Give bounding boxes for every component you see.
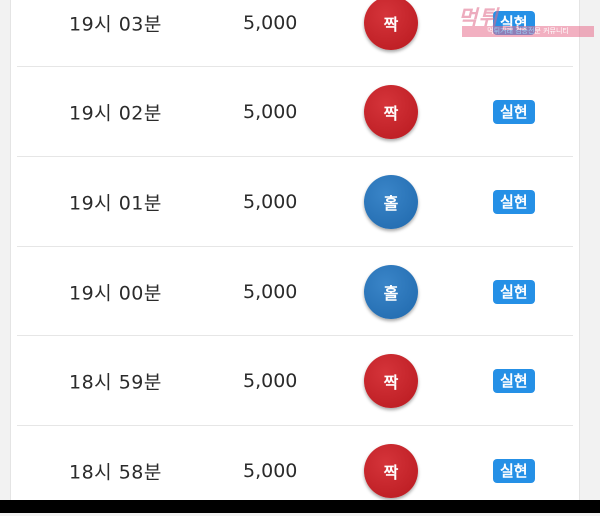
row-amount: 5,000 (243, 370, 298, 392)
table-row: 19시 02분 5,000 짝 실현 (17, 66, 573, 157)
row-time: 18시 58분 (69, 461, 162, 484)
status-badge: 실현 (493, 100, 535, 124)
status-badge: 실현 (493, 190, 535, 214)
status-badge: 실현 (493, 280, 535, 304)
result-ball-even: 짝 (364, 444, 418, 498)
row-time: 19시 01분 (69, 192, 162, 215)
table-row: 18시 59분 5,000 짝 실현 (17, 335, 573, 426)
result-ball-even: 짝 (364, 85, 418, 139)
table-row: 19시 01분 5,000 홀 실현 (17, 156, 573, 247)
status-badge: 실현 (493, 369, 535, 393)
row-amount: 5,000 (243, 12, 298, 34)
results-list: 19시 03분 5,000 짝 실현 19시 02분 5,000 짝 실현 19… (10, 0, 580, 500)
row-time: 19시 03분 (69, 13, 162, 36)
bottom-black-bar (0, 500, 600, 513)
table-row: 19시 00분 5,000 홀 실현 (17, 246, 573, 337)
row-time: 19시 00분 (69, 282, 162, 305)
watermark-tagline: 먹튀거래 검증전문 커뮤니티 (462, 26, 594, 37)
row-amount: 5,000 (243, 191, 298, 213)
row-amount: 5,000 (243, 101, 298, 123)
row-amount: 5,000 (243, 460, 298, 482)
result-ball-odd: 홀 (364, 175, 418, 229)
result-ball-even: 짝 (364, 354, 418, 408)
row-time: 19시 02분 (69, 102, 162, 125)
site-watermark: 먹튀 먹튀거래 검증전문 커뮤니티 (458, 2, 596, 40)
result-ball-odd: 홀 (364, 265, 418, 319)
row-amount: 5,000 (243, 281, 298, 303)
row-time: 18시 59분 (69, 371, 162, 394)
status-badge: 실현 (493, 459, 535, 483)
result-ball-even: 짝 (364, 0, 418, 50)
